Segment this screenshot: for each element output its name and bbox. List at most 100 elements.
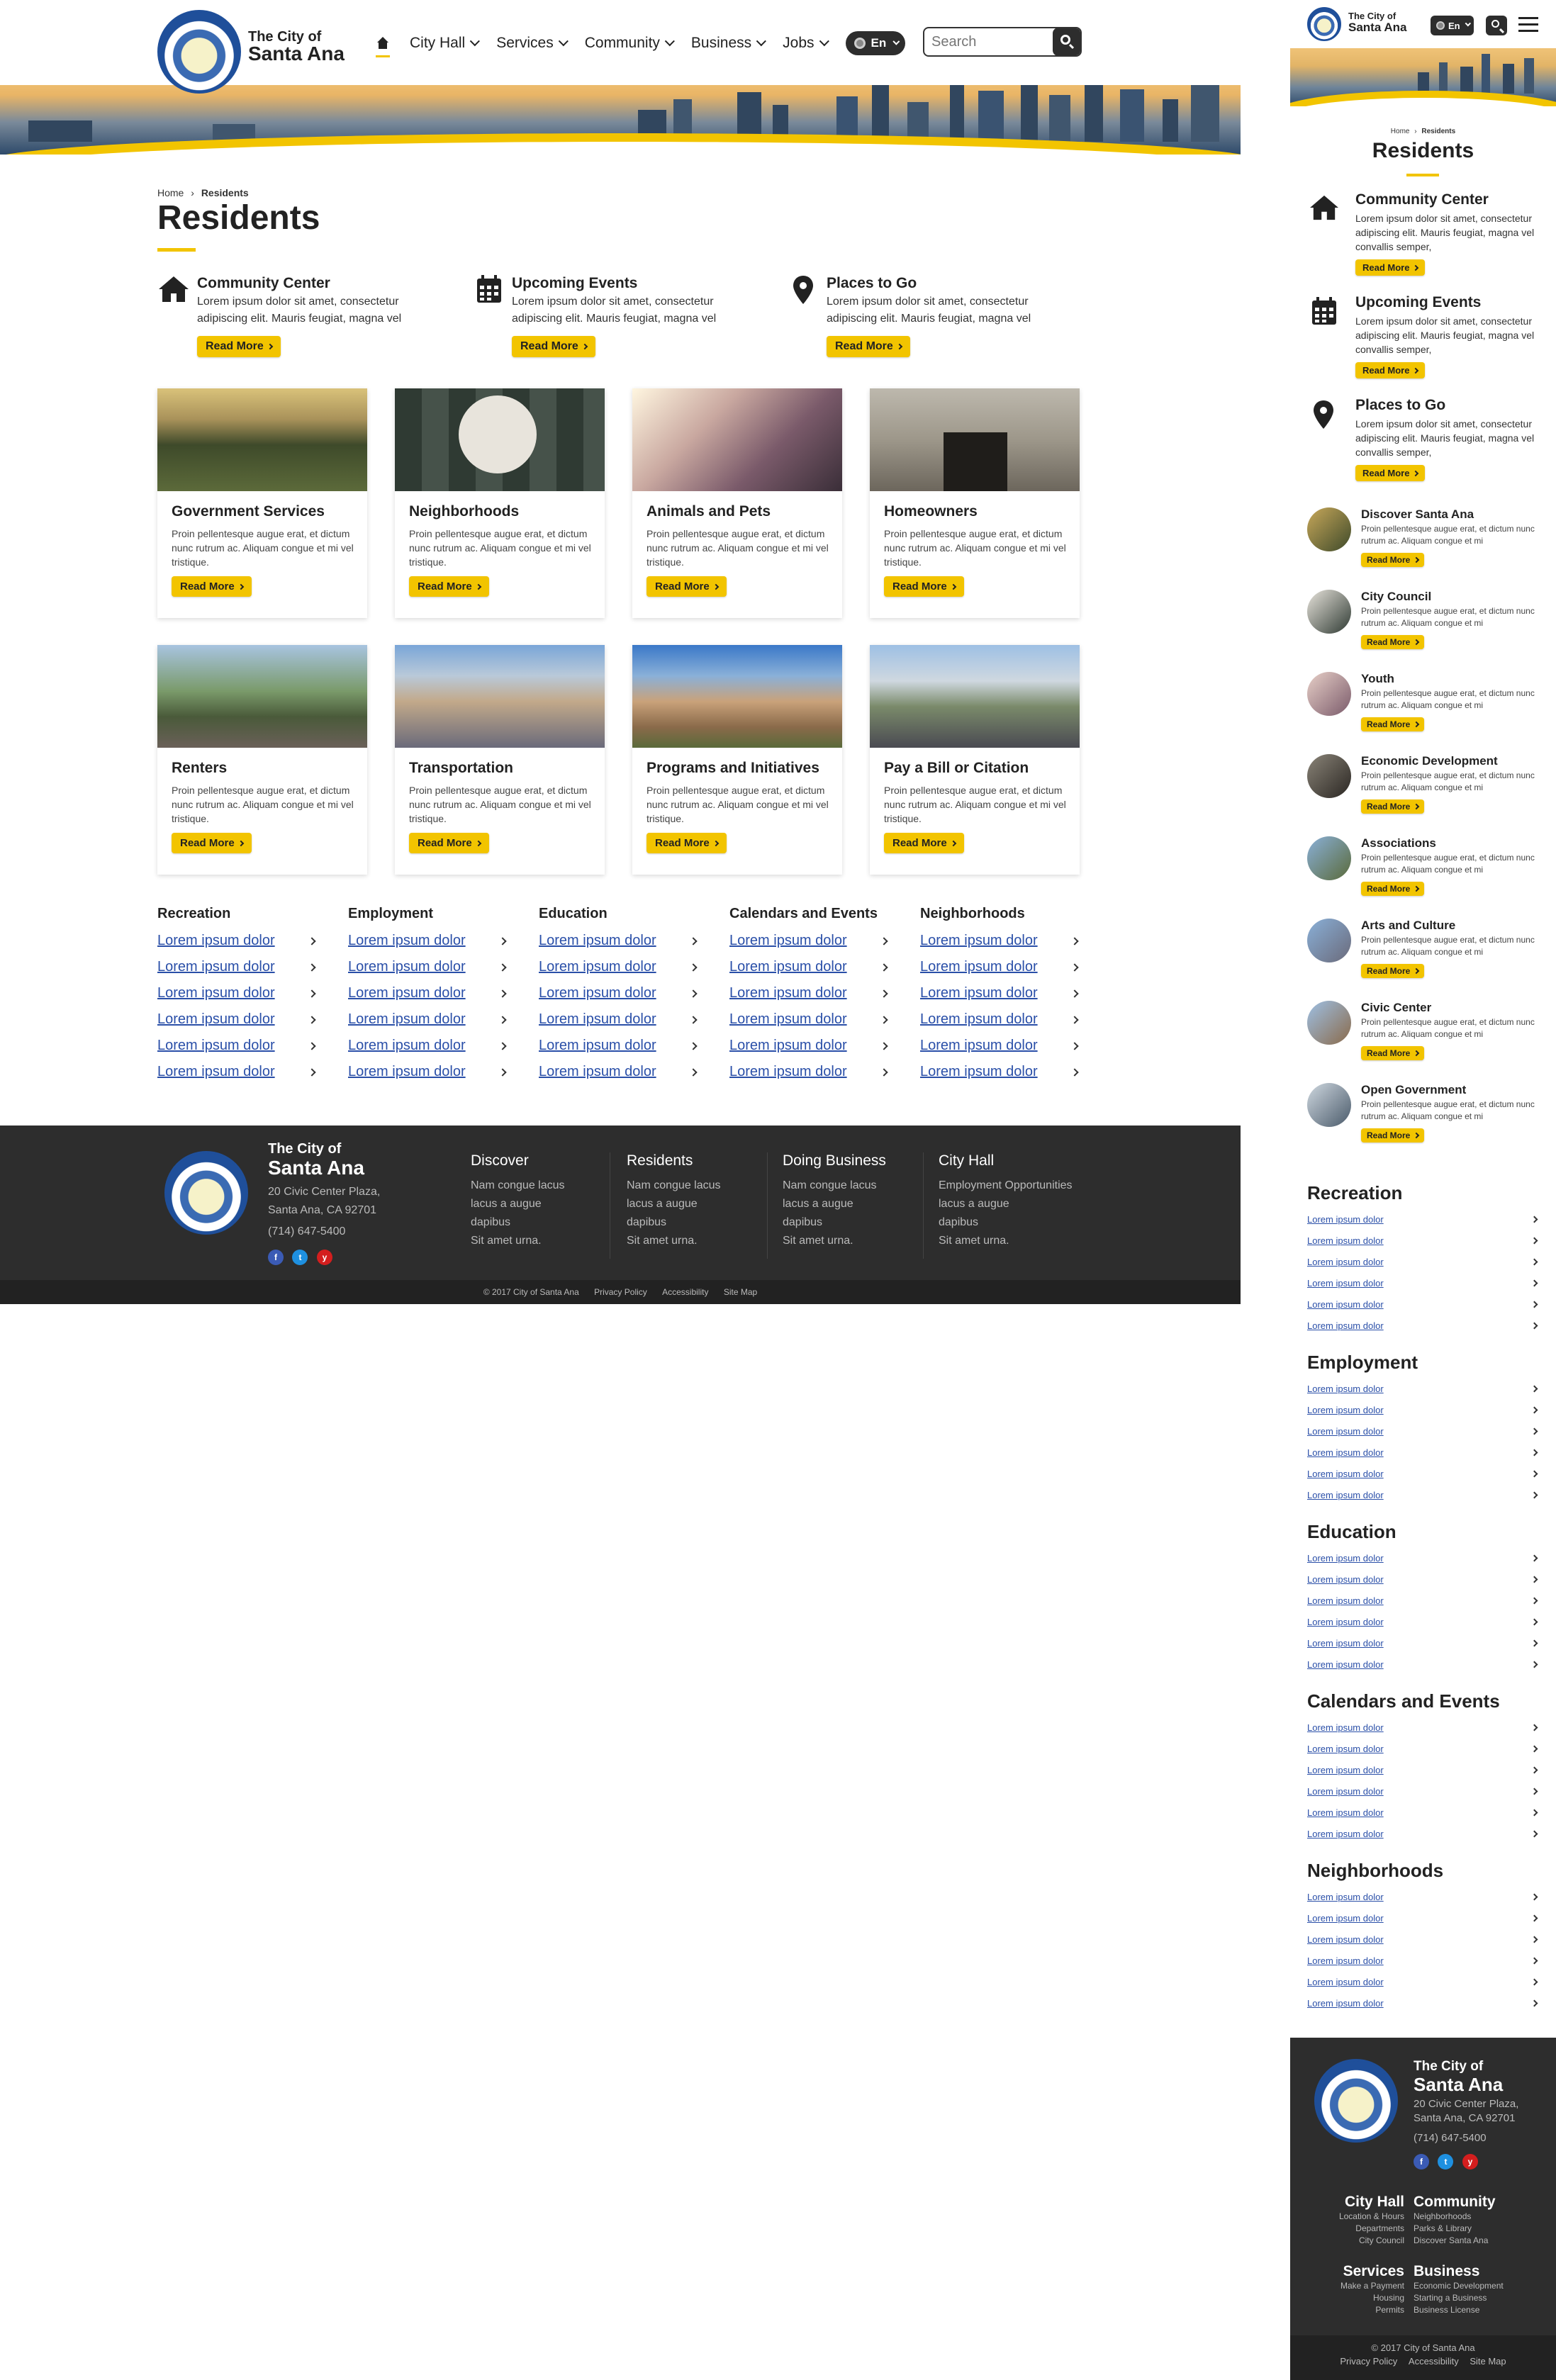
link-row[interactable]: Lorem ipsum dolor bbox=[1307, 1420, 1541, 1442]
link-text[interactable]: Lorem ipsum dolor bbox=[1307, 1320, 1384, 1331]
link-text[interactable]: Lorem ipsum dolor bbox=[157, 933, 275, 949]
link-text[interactable]: Lorem ipsum dolor bbox=[157, 959, 275, 975]
circle-item-title[interactable]: Associations bbox=[1361, 836, 1436, 851]
footer-link[interactable]: Departments bbox=[1339, 2223, 1404, 2235]
link-row[interactable]: Lorem ipsum dolor bbox=[157, 954, 320, 980]
circle-item-title[interactable]: Arts and Culture bbox=[1361, 919, 1455, 933]
card-homeowners[interactable]: Homeowners Proin pellentesque augue erat… bbox=[870, 388, 1080, 618]
link-row[interactable]: Lorem ipsum dolor bbox=[1307, 1738, 1541, 1759]
footer-link[interactable]: lacus a augue bbox=[939, 1195, 1073, 1213]
link-row[interactable]: Lorem ipsum dolor bbox=[920, 1033, 1083, 1059]
footer-link[interactable]: Sit amet urna. bbox=[939, 1232, 1073, 1250]
link-row[interactable]: Lorem ipsum dolor bbox=[1307, 1484, 1541, 1505]
site-title[interactable]: The City of Santa Ana bbox=[248, 30, 345, 64]
link-row[interactable]: Lorem ipsum dolor bbox=[1307, 1780, 1541, 1802]
read-more-button[interactable]: Read More bbox=[172, 576, 252, 597]
footer-link[interactable]: Neighborhoods bbox=[1414, 2211, 1496, 2223]
link-row[interactable]: Lorem ipsum dolor bbox=[1307, 1315, 1541, 1336]
circle-photo[interactable] bbox=[1307, 754, 1351, 798]
link-row[interactable]: Lorem ipsum dolor bbox=[1307, 1442, 1541, 1463]
link-text[interactable]: Lorem ipsum dolor bbox=[1307, 1786, 1384, 1797]
link-row[interactable]: Lorem ipsum dolor bbox=[920, 980, 1083, 1006]
footer-link[interactable]: lacus a augue bbox=[471, 1195, 565, 1213]
link-row[interactable]: Lorem ipsum dolor bbox=[157, 980, 320, 1006]
link-text[interactable]: Lorem ipsum dolor bbox=[1307, 1765, 1384, 1775]
link-text[interactable]: Lorem ipsum dolor bbox=[1307, 1722, 1384, 1733]
feature-title[interactable]: Upcoming Events bbox=[512, 275, 637, 292]
read-more-button[interactable]: Read More bbox=[172, 833, 252, 853]
link-row[interactable]: Lorem ipsum dolor bbox=[729, 928, 892, 954]
read-more-button[interactable]: Read More bbox=[1361, 799, 1425, 814]
link-row[interactable]: Lorem ipsum dolor bbox=[1307, 1654, 1541, 1675]
footer-link[interactable]: dapibus bbox=[471, 1213, 565, 1232]
link-row[interactable]: Lorem ipsum dolor bbox=[1307, 1992, 1541, 2014]
link-text[interactable]: Lorem ipsum dolor bbox=[348, 1011, 466, 1028]
circle-item-title[interactable]: Youth bbox=[1361, 672, 1394, 686]
link-text[interactable]: Lorem ipsum dolor bbox=[539, 959, 656, 975]
read-more-button[interactable]: Read More bbox=[647, 576, 727, 597]
link-text[interactable]: Lorem ipsum dolor bbox=[1307, 1278, 1384, 1289]
twitter-icon[interactable]: t bbox=[292, 1250, 308, 1265]
read-more-button[interactable]: Read More bbox=[1355, 259, 1426, 276]
nav-home[interactable] bbox=[376, 37, 390, 57]
link-row[interactable]: Lorem ipsum dolor bbox=[729, 1033, 892, 1059]
read-more-button[interactable]: Read More bbox=[1361, 717, 1425, 731]
footer-link[interactable]: Sit amet urna. bbox=[783, 1232, 886, 1250]
link-row[interactable]: Lorem ipsum dolor bbox=[1307, 1632, 1541, 1654]
link-row[interactable]: Lorem ipsum dolor bbox=[729, 1059, 892, 1085]
link-text[interactable]: Lorem ipsum dolor bbox=[1307, 1257, 1384, 1267]
link-row[interactable]: Lorem ipsum dolor bbox=[348, 954, 511, 980]
city-seal-logo[interactable] bbox=[157, 10, 241, 94]
link-row[interactable]: Lorem ipsum dolor bbox=[729, 980, 892, 1006]
link-row[interactable]: Lorem ipsum dolor bbox=[348, 928, 511, 954]
card-government-services[interactable]: Government Services Proin pellentesque a… bbox=[157, 388, 367, 618]
footer-link[interactable]: lacus a augue bbox=[627, 1195, 721, 1213]
link-row[interactable]: Lorem ipsum dolor bbox=[920, 1059, 1083, 1085]
breadcrumb-home[interactable]: Home bbox=[157, 187, 184, 198]
youtube-icon[interactable]: y bbox=[1462, 2154, 1478, 2169]
footer-col-title[interactable]: Doing Business bbox=[783, 1152, 886, 1169]
link-row[interactable]: Lorem ipsum dolor bbox=[1307, 1886, 1541, 1907]
footer-link[interactable]: Sit amet urna. bbox=[471, 1232, 565, 1250]
nav-jobs[interactable]: Jobs bbox=[783, 35, 829, 52]
link-text[interactable]: Lorem ipsum dolor bbox=[1307, 1469, 1384, 1479]
circle-item-title[interactable]: Civic Center bbox=[1361, 1001, 1431, 1015]
footer-col-title[interactable]: City Hall bbox=[1339, 2194, 1404, 2211]
footer-privacy-link[interactable]: Privacy Policy bbox=[594, 1287, 647, 1297]
menu-button[interactable] bbox=[1518, 17, 1538, 33]
link-row[interactable]: Lorem ipsum dolor bbox=[1307, 1759, 1541, 1780]
read-more-button[interactable]: Read More bbox=[197, 336, 281, 357]
read-more-button[interactable]: Read More bbox=[647, 833, 727, 853]
link-text[interactable]: Lorem ipsum dolor bbox=[1307, 1214, 1384, 1225]
link-text[interactable]: Lorem ipsum dolor bbox=[348, 959, 466, 975]
link-text[interactable]: Lorem ipsum dolor bbox=[1307, 1638, 1384, 1649]
footer-link[interactable]: dapibus bbox=[939, 1213, 1073, 1232]
card-neighborhoods[interactable]: Neighborhoods Proin pellentesque augue e… bbox=[395, 388, 605, 618]
footer-link[interactable]: lacus a augue bbox=[783, 1195, 886, 1213]
read-more-button[interactable]: Read More bbox=[1361, 635, 1425, 649]
footer-link[interactable]: Discover Santa Ana bbox=[1414, 2235, 1496, 2247]
footer-link[interactable]: Business License bbox=[1414, 2304, 1504, 2316]
link-text[interactable]: Lorem ipsum dolor bbox=[729, 933, 847, 949]
link-text[interactable]: Lorem ipsum dolor bbox=[1307, 1405, 1384, 1415]
footer-col-title[interactable]: Residents bbox=[627, 1152, 721, 1169]
link-row[interactable]: Lorem ipsum dolor bbox=[1307, 1929, 1541, 1950]
circle-photo[interactable] bbox=[1307, 590, 1351, 634]
footer-link[interactable]: Sit amet urna. bbox=[627, 1232, 721, 1250]
link-text[interactable]: Lorem ipsum dolor bbox=[1307, 1955, 1384, 1966]
link-text[interactable]: Lorem ipsum dolor bbox=[157, 1064, 275, 1080]
link-row[interactable]: Lorem ipsum dolor bbox=[1307, 1717, 1541, 1738]
link-text[interactable]: Lorem ipsum dolor bbox=[348, 1038, 466, 1054]
footer-accessibility-link[interactable]: Accessibility bbox=[662, 1287, 708, 1297]
city-seal-logo[interactable] bbox=[1307, 7, 1341, 41]
search-button[interactable] bbox=[1053, 28, 1080, 55]
link-row[interactable]: Lorem ipsum dolor bbox=[1307, 1907, 1541, 1929]
link-row[interactable]: Lorem ipsum dolor bbox=[1307, 1208, 1541, 1230]
link-text[interactable]: Lorem ipsum dolor bbox=[1307, 1617, 1384, 1627]
link-text[interactable]: Lorem ipsum dolor bbox=[1307, 1299, 1384, 1310]
link-row[interactable]: Lorem ipsum dolor bbox=[157, 1059, 320, 1085]
card-transportation[interactable]: Transportation Proin pellentesque augue … bbox=[395, 645, 605, 875]
link-row[interactable]: Lorem ipsum dolor bbox=[539, 928, 702, 954]
search-button[interactable] bbox=[1486, 16, 1507, 35]
nav-community[interactable]: Community bbox=[585, 35, 675, 52]
